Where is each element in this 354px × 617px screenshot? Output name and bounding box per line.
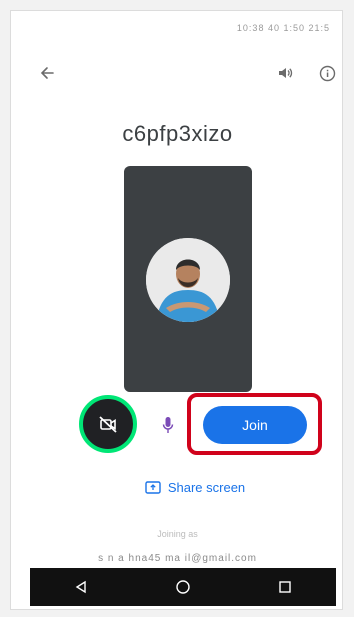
camera-toggle-button[interactable] [79, 395, 137, 453]
mic-icon [162, 417, 174, 433]
arrow-left-icon [40, 67, 54, 79]
joining-as-label: Joining as [157, 529, 198, 539]
nav-recents-button[interactable] [273, 575, 297, 599]
camera-off-icon [99, 416, 117, 433]
meeting-code: c6pfp3xizo [122, 121, 233, 146]
square-recents-icon [279, 581, 291, 593]
camera-preview [124, 166, 252, 392]
info-icon [319, 65, 335, 81]
circle-home-icon [176, 580, 190, 594]
share-screen-icon [145, 480, 161, 494]
join-button[interactable]: Join [203, 406, 307, 444]
microphone-button[interactable] [161, 415, 175, 435]
nav-home-button[interactable] [171, 575, 195, 599]
nav-back-button[interactable] [69, 575, 93, 599]
phone-screen: 10:38 40 1:50 21:5 c6pfp3xizo Join Share… [10, 10, 343, 610]
avatar [146, 238, 230, 322]
back-button[interactable] [35, 61, 59, 85]
avatar-image [146, 238, 230, 322]
android-nav-bar [30, 568, 336, 606]
speaker-button[interactable] [273, 61, 297, 85]
account-email: s n a hna45 ma il@gmail.com [98, 553, 257, 564]
volume-icon [279, 68, 293, 78]
share-screen-button[interactable]: Share screen [127, 473, 263, 501]
info-button[interactable] [315, 61, 339, 85]
triangle-back-icon [75, 580, 86, 594]
share-screen-label: Share screen [167, 479, 246, 495]
status-bar: 10:38 40 1:50 21:5 [236, 23, 330, 33]
